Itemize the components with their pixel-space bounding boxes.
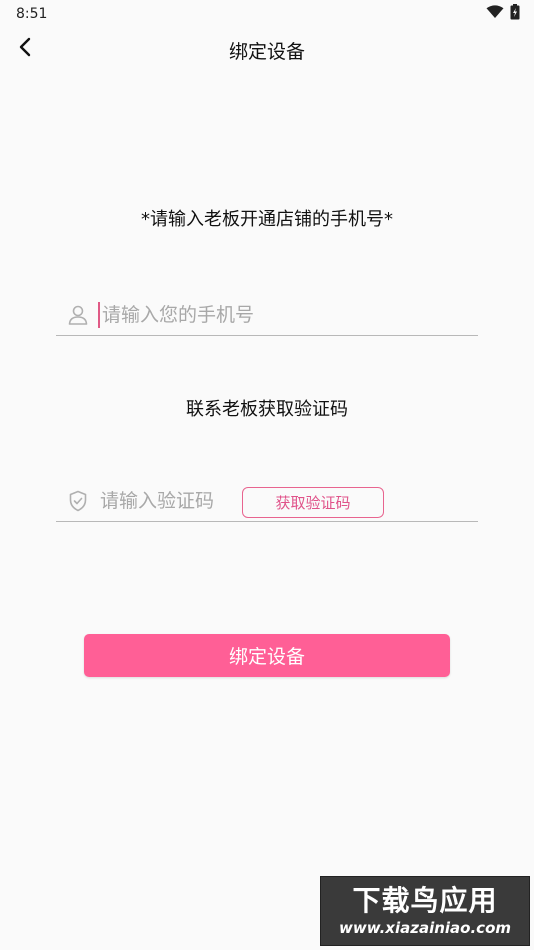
code-input[interactable] xyxy=(100,483,240,518)
phone-field xyxy=(56,294,478,336)
code-field: 获取验证码 xyxy=(56,480,478,522)
battery-charging-icon xyxy=(510,4,520,24)
chevron-left-icon xyxy=(18,37,32,61)
phone-input[interactable] xyxy=(102,297,472,332)
instruction-text: *请输入老板开通店铺的手机号* xyxy=(141,209,393,230)
back-button[interactable] xyxy=(10,34,40,64)
shield-check-icon xyxy=(58,481,98,521)
get-code-button[interactable]: 获取验证码 xyxy=(242,487,384,518)
status-time: 8:51 xyxy=(16,6,48,22)
text-cursor xyxy=(98,301,100,328)
wifi-icon xyxy=(486,5,504,23)
app-bar: 绑定设备 xyxy=(0,28,534,72)
watermark-title: 下载鸟应用 xyxy=(352,884,498,917)
user-icon xyxy=(58,295,98,335)
bind-device-button[interactable]: 绑定设备 xyxy=(84,634,450,677)
status-bar: 8:51 xyxy=(0,0,534,28)
watermark-logo: 下载鸟应用 www.xiazainiao.com xyxy=(320,876,530,946)
page-title: 绑定设备 xyxy=(228,40,305,63)
status-icons xyxy=(486,4,520,24)
watermark-url: www.xiazainiao.com xyxy=(338,919,512,937)
contact-boss-text: 联系老板获取验证码 xyxy=(186,399,348,420)
